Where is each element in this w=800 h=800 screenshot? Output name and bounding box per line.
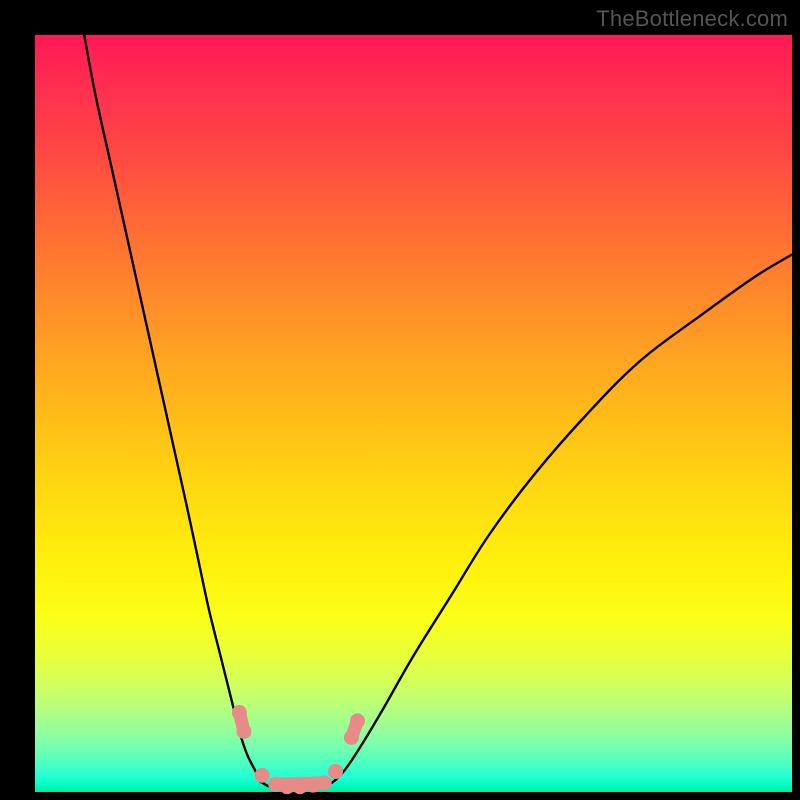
marker-dot <box>236 724 251 739</box>
marker-dot <box>317 775 332 790</box>
chart-frame: TheBottleneck.com <box>0 0 800 800</box>
marker-dot <box>344 730 359 745</box>
chart-svg <box>35 35 792 792</box>
bottleneck-curve <box>84 35 792 788</box>
marker-dot <box>350 713 365 728</box>
marker-dot <box>232 705 247 720</box>
marker-dots <box>232 705 365 794</box>
marker-dot <box>328 764 343 779</box>
curve-lines <box>84 35 792 788</box>
plot-area <box>35 35 792 792</box>
marker-dot <box>255 768 270 783</box>
watermark-text: TheBottleneck.com <box>596 6 788 32</box>
marker-dot <box>292 779 307 794</box>
marker-dot <box>280 779 295 794</box>
